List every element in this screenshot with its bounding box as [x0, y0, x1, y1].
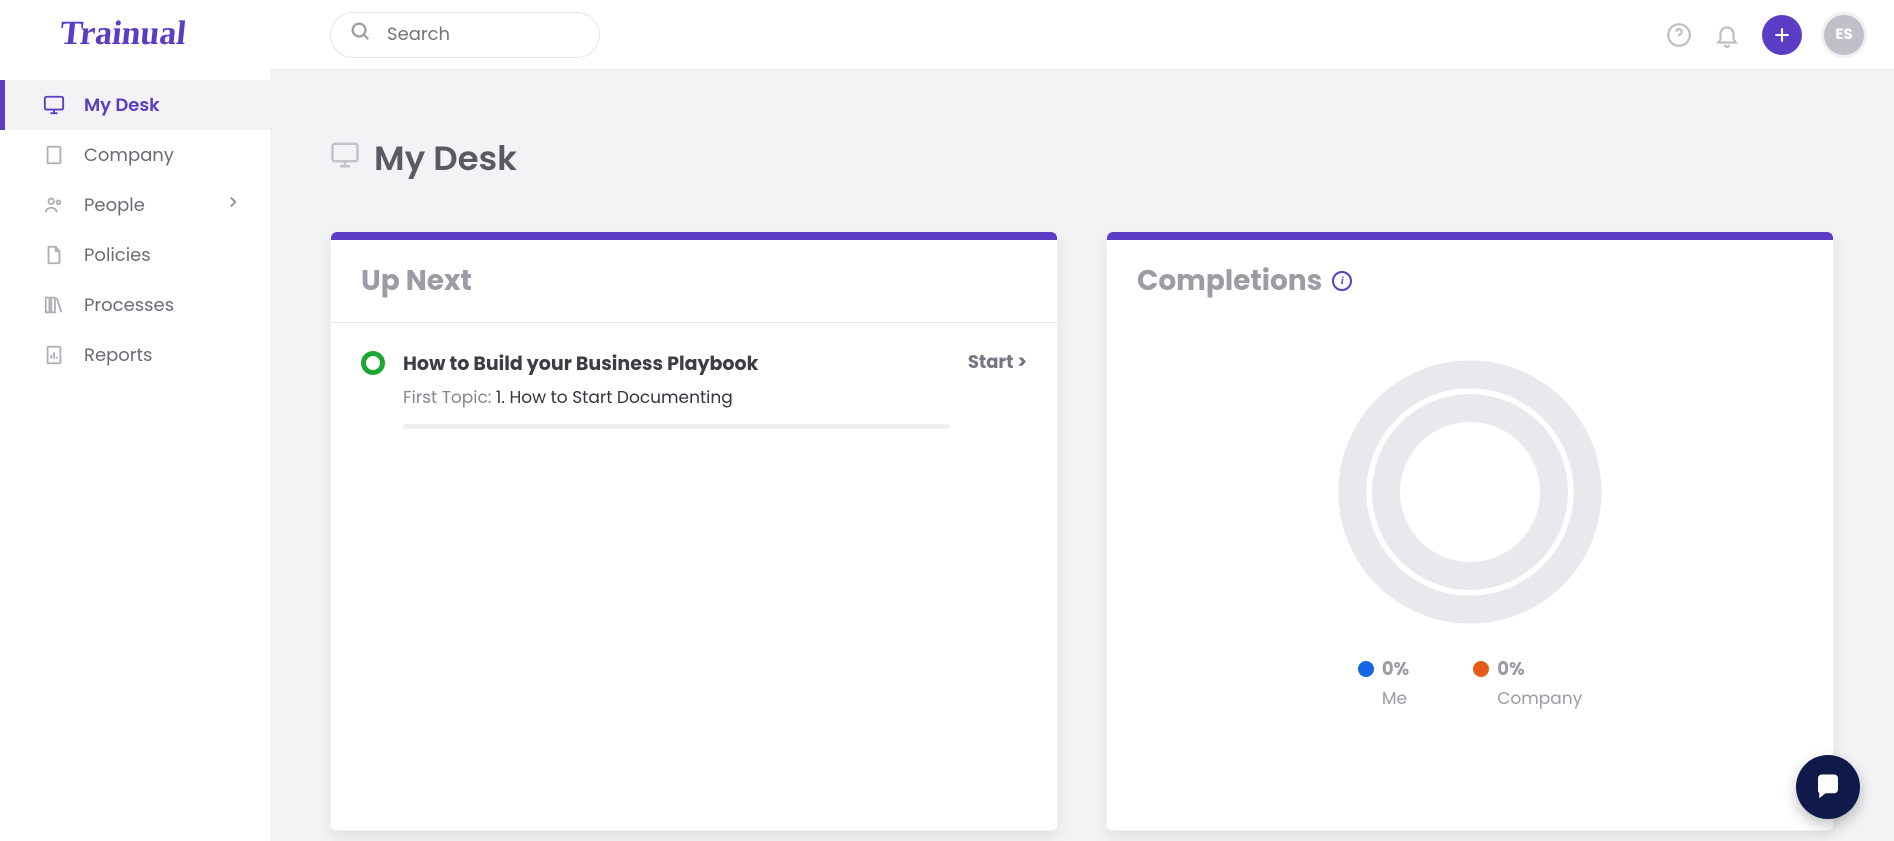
books-icon [42, 293, 66, 317]
start-link[interactable]: Start > [968, 349, 1027, 376]
report-icon [42, 343, 66, 367]
chat-icon [1813, 772, 1843, 802]
sidebar-item-label: People [84, 192, 145, 219]
card-title: Up Next [361, 260, 472, 302]
task-title: How to Build your Business Playbook [403, 349, 950, 378]
document-icon [42, 243, 66, 267]
info-icon[interactable]: i [1332, 271, 1352, 291]
main: My Desk Up Next How to Build your Busine… [270, 70, 1894, 841]
legend-company-label: Company [1497, 685, 1582, 711]
sidebar: Trainual My Desk Company People [0, 0, 270, 841]
sidebar-item-reports[interactable]: Reports [0, 330, 270, 380]
task-subtitle-topic: 1. How to Start Documenting [496, 385, 733, 409]
topbar: ES [270, 0, 1894, 70]
legend-me: 0% Me [1358, 656, 1409, 711]
people-icon [42, 193, 66, 217]
task-progress-bar [403, 424, 950, 429]
up-next-card: Up Next How to Build your Business Playb… [330, 231, 1058, 831]
building-icon [42, 143, 66, 167]
brand-logo[interactable]: Trainual [58, 15, 188, 53]
monitor-icon [330, 140, 360, 177]
legend: 0% Me 0% Company [1358, 656, 1582, 711]
task-main: How to Build your Business Playbook Firs… [403, 349, 950, 429]
donut-wrap: 0% Me 0% Company [1107, 322, 1833, 711]
chat-button[interactable] [1796, 755, 1860, 819]
sidebar-item-policies[interactable]: Policies [0, 230, 270, 280]
legend-company: 0% Company [1473, 656, 1582, 711]
sidebar-item-my-desk[interactable]: My Desk [0, 80, 270, 130]
completions-card: Completions i 0% Me [1106, 231, 1834, 831]
page-title-row: My Desk [330, 110, 1834, 207]
cards-row: Up Next How to Build your Business Playb… [330, 231, 1834, 831]
chevron-right-icon [224, 192, 242, 219]
search-icon [349, 20, 371, 49]
card-header: Completions i [1107, 232, 1833, 322]
card-header: Up Next [331, 232, 1057, 323]
page-title: My Desk [374, 133, 517, 184]
card-title: Completions [1137, 260, 1322, 302]
legend-company-value: 0% [1497, 656, 1524, 683]
legend-me-label: Me [1382, 685, 1407, 711]
help-icon[interactable] [1666, 22, 1692, 48]
sidebar-item-people[interactable]: People [0, 180, 270, 230]
donut-chart-icon [1330, 352, 1610, 632]
task-subtitle-prefix: First Topic: [403, 385, 496, 409]
sidebar-item-label: Company [84, 142, 174, 169]
sidebar-item-label: My Desk [84, 92, 160, 119]
status-ring-icon [361, 351, 385, 375]
legend-me-value: 0% [1382, 656, 1409, 683]
task-row[interactable]: How to Build your Business Playbook Firs… [331, 323, 1057, 447]
legend-dot-company-icon [1473, 661, 1489, 677]
topbar-right: ES [1666, 15, 1864, 55]
task-subtitle: First Topic: 1. How to Start Documenting [403, 384, 950, 410]
search-input[interactable] [385, 20, 737, 49]
nav: My Desk Company People Policies [0, 68, 270, 380]
search-box[interactable] [330, 12, 600, 58]
sidebar-item-label: Policies [84, 242, 151, 269]
avatar[interactable]: ES [1824, 15, 1864, 55]
sidebar-item-label: Processes [84, 292, 174, 319]
sidebar-item-label: Reports [84, 342, 152, 369]
logo-wrap: Trainual [0, 0, 270, 68]
bell-icon[interactable] [1714, 22, 1740, 48]
monitor-icon [42, 93, 66, 117]
sidebar-item-company[interactable]: Company [0, 130, 270, 180]
add-button[interactable] [1762, 15, 1802, 55]
sidebar-item-processes[interactable]: Processes [0, 280, 270, 330]
legend-dot-me-icon [1358, 661, 1374, 677]
